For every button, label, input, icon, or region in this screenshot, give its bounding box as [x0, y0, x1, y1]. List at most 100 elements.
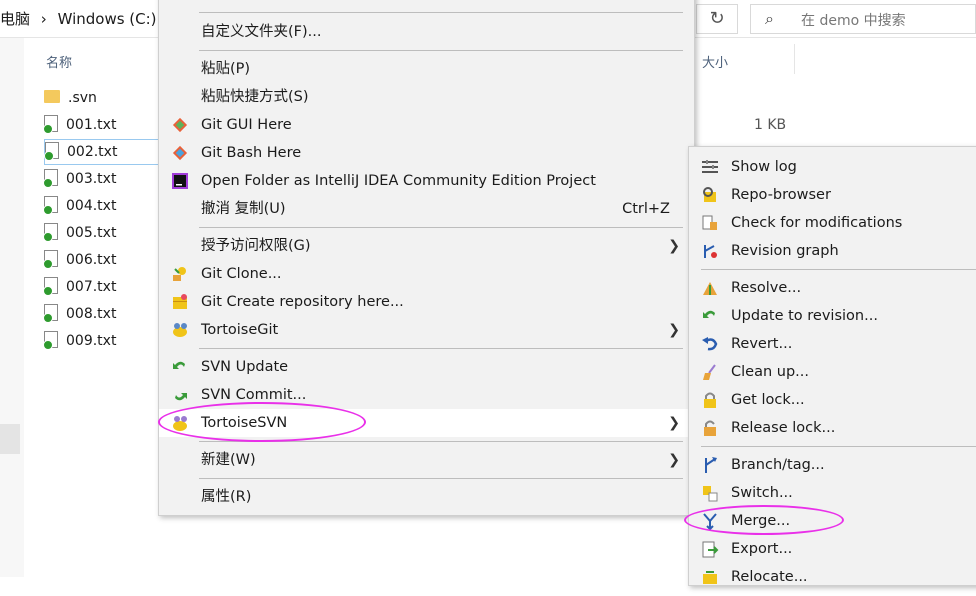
show-log-icon — [701, 158, 719, 176]
svn-normal-file-icon — [43, 223, 58, 242]
file-item[interactable]: .svn — [44, 86, 164, 112]
menu-item-git-gui[interactable]: Git GUI Here — [159, 111, 694, 139]
breadcrumb-windows-c[interactable]: Windows (C:) — [58, 10, 157, 28]
check-modifications-icon — [701, 214, 719, 232]
file-name: 009.txt — [66, 333, 117, 349]
menu-item-new[interactable]: 新建(W) ❯ — [159, 446, 694, 474]
menu-item-open-intellij[interactable]: Open Folder as IntelliJ IDEA Community E… — [159, 167, 694, 195]
lock-icon — [701, 391, 719, 409]
cleanup-icon — [701, 363, 719, 381]
svn-normal-file-icon — [44, 142, 59, 161]
breadcrumb[interactable]: 电脑 › Windows (C:) — [0, 8, 163, 29]
file-item[interactable]: 001.txt — [43, 113, 164, 139]
menu-separator — [199, 227, 683, 228]
menu-item-show-log[interactable]: Show log — [689, 153, 976, 181]
file-item[interactable]: 007.txt — [43, 275, 164, 301]
file-name: 001.txt — [66, 117, 117, 133]
menu-item-relocate[interactable]: Relocate... — [689, 563, 976, 591]
export-icon — [701, 540, 719, 558]
submenu-arrow-icon: ❯ — [668, 452, 680, 468]
menu-item-customize-folder[interactable]: 自定义文件夹(F)... — [159, 18, 694, 46]
breadcrumb-this-pc[interactable]: 电脑 — [0, 10, 30, 28]
menu-separator — [199, 478, 683, 479]
column-header-size[interactable]: 大小 — [702, 52, 728, 71]
submenu-arrow-icon: ❯ — [668, 238, 680, 254]
svn-update-icon — [171, 358, 189, 376]
menu-item-update-to-revision[interactable]: Update to revision... — [689, 302, 976, 330]
menu-item-properties[interactable]: 属性(R) — [159, 483, 694, 511]
menu-item-paste-shortcut[interactable]: 粘贴快捷方式(S) — [159, 83, 694, 111]
file-name: 007.txt — [66, 279, 117, 295]
menu-item-export[interactable]: Export... — [689, 535, 976, 563]
svn-normal-file-icon — [43, 250, 58, 269]
menu-item-svn-update[interactable]: SVN Update — [159, 353, 694, 381]
git-gui-icon — [171, 116, 189, 134]
menu-item-clean-up[interactable]: Clean up... — [689, 358, 976, 386]
menu-item-revert[interactable]: Revert... — [689, 330, 976, 358]
svn-normal-file-icon — [43, 169, 58, 188]
search-box[interactable]: ⌕ 在 demo 中搜索 — [750, 4, 976, 34]
menu-item-grant-access[interactable]: 授予访问权限(G) ❯ — [159, 232, 694, 260]
file-item[interactable]: 008.txt — [43, 302, 164, 328]
intellij-icon — [171, 172, 189, 190]
file-name: 002.txt — [67, 144, 118, 160]
menu-item-repo-browser[interactable]: Repo-browser — [689, 181, 976, 209]
file-item[interactable]: 006.txt — [43, 248, 164, 274]
menu-item-git-clone[interactable]: Git Clone... — [159, 260, 694, 288]
search-icon: ⌕ — [765, 9, 774, 28]
branch-icon — [701, 456, 719, 474]
menu-item-check-modifications[interactable]: Check for modifications — [689, 209, 976, 237]
navigation-pane — [0, 38, 24, 577]
file-item[interactable]: 002.txt — [44, 139, 164, 165]
git-bash-icon — [171, 144, 189, 162]
revision-graph-icon — [701, 242, 719, 260]
relocate-icon — [701, 568, 719, 586]
menu-separator — [199, 50, 683, 51]
svn-commit-icon — [171, 386, 189, 404]
menu-item-get-lock[interactable]: Get lock... — [689, 386, 976, 414]
menu-item-revision-graph[interactable]: Revision graph — [689, 237, 976, 265]
git-create-repo-icon — [171, 293, 189, 311]
file-name: 005.txt — [66, 225, 117, 241]
file-name: 008.txt — [66, 306, 117, 322]
menu-separator — [701, 269, 976, 270]
menu-item-undo-copy[interactable]: 撤消 复制(U) Ctrl+Z — [159, 195, 694, 223]
file-size: 1 KB — [754, 117, 787, 133]
file-item[interactable]: 003.txt — [43, 167, 164, 193]
menu-item-git-bash[interactable]: Git Bash Here — [159, 139, 694, 167]
menu-item-paste[interactable]: 粘贴(P) — [159, 55, 694, 83]
repo-browser-icon — [701, 186, 719, 204]
svn-normal-file-icon — [43, 304, 58, 323]
menu-item-release-lock[interactable]: Release lock... — [689, 414, 976, 442]
menu-item-tortoisegit[interactable]: TortoiseGit ❯ — [159, 316, 694, 344]
file-name: .svn — [68, 90, 97, 106]
git-clone-icon — [171, 265, 189, 283]
submenu-arrow-icon: ❯ — [668, 415, 680, 431]
breadcrumb-separator-icon: › — [40, 10, 47, 28]
menu-item-resolve[interactable]: Resolve... — [689, 274, 976, 302]
file-item[interactable]: 004.txt — [43, 194, 164, 220]
file-name: 006.txt — [66, 252, 117, 268]
search-placeholder: 在 demo 中搜索 — [801, 13, 906, 29]
column-header-name[interactable]: 名称 — [46, 52, 72, 71]
highlight-ellipse-merge — [684, 505, 844, 535]
file-item[interactable]: 005.txt — [43, 221, 164, 247]
unlock-icon — [701, 419, 719, 437]
refresh-icon: ↻ — [709, 8, 725, 29]
file-name: 004.txt — [66, 198, 117, 214]
svn-normal-file-icon — [43, 331, 58, 350]
menu-separator — [199, 348, 683, 349]
menu-item-switch[interactable]: Switch... — [689, 479, 976, 507]
folder-icon — [44, 90, 60, 103]
navigation-selected-item[interactable] — [0, 424, 20, 454]
resolve-icon — [701, 279, 719, 297]
menu-item-git-create-repo[interactable]: Git Create repository here... — [159, 288, 694, 316]
tortoisegit-icon — [171, 321, 189, 339]
refresh-button[interactable]: ↻ — [696, 4, 738, 34]
menu-separator — [701, 446, 976, 447]
menu-separator — [199, 12, 683, 13]
menu-item-branch-tag[interactable]: Branch/tag... — [689, 451, 976, 479]
file-item[interactable]: 009.txt — [43, 329, 164, 355]
svn-normal-file-icon — [43, 115, 58, 134]
column-divider[interactable] — [794, 44, 795, 74]
